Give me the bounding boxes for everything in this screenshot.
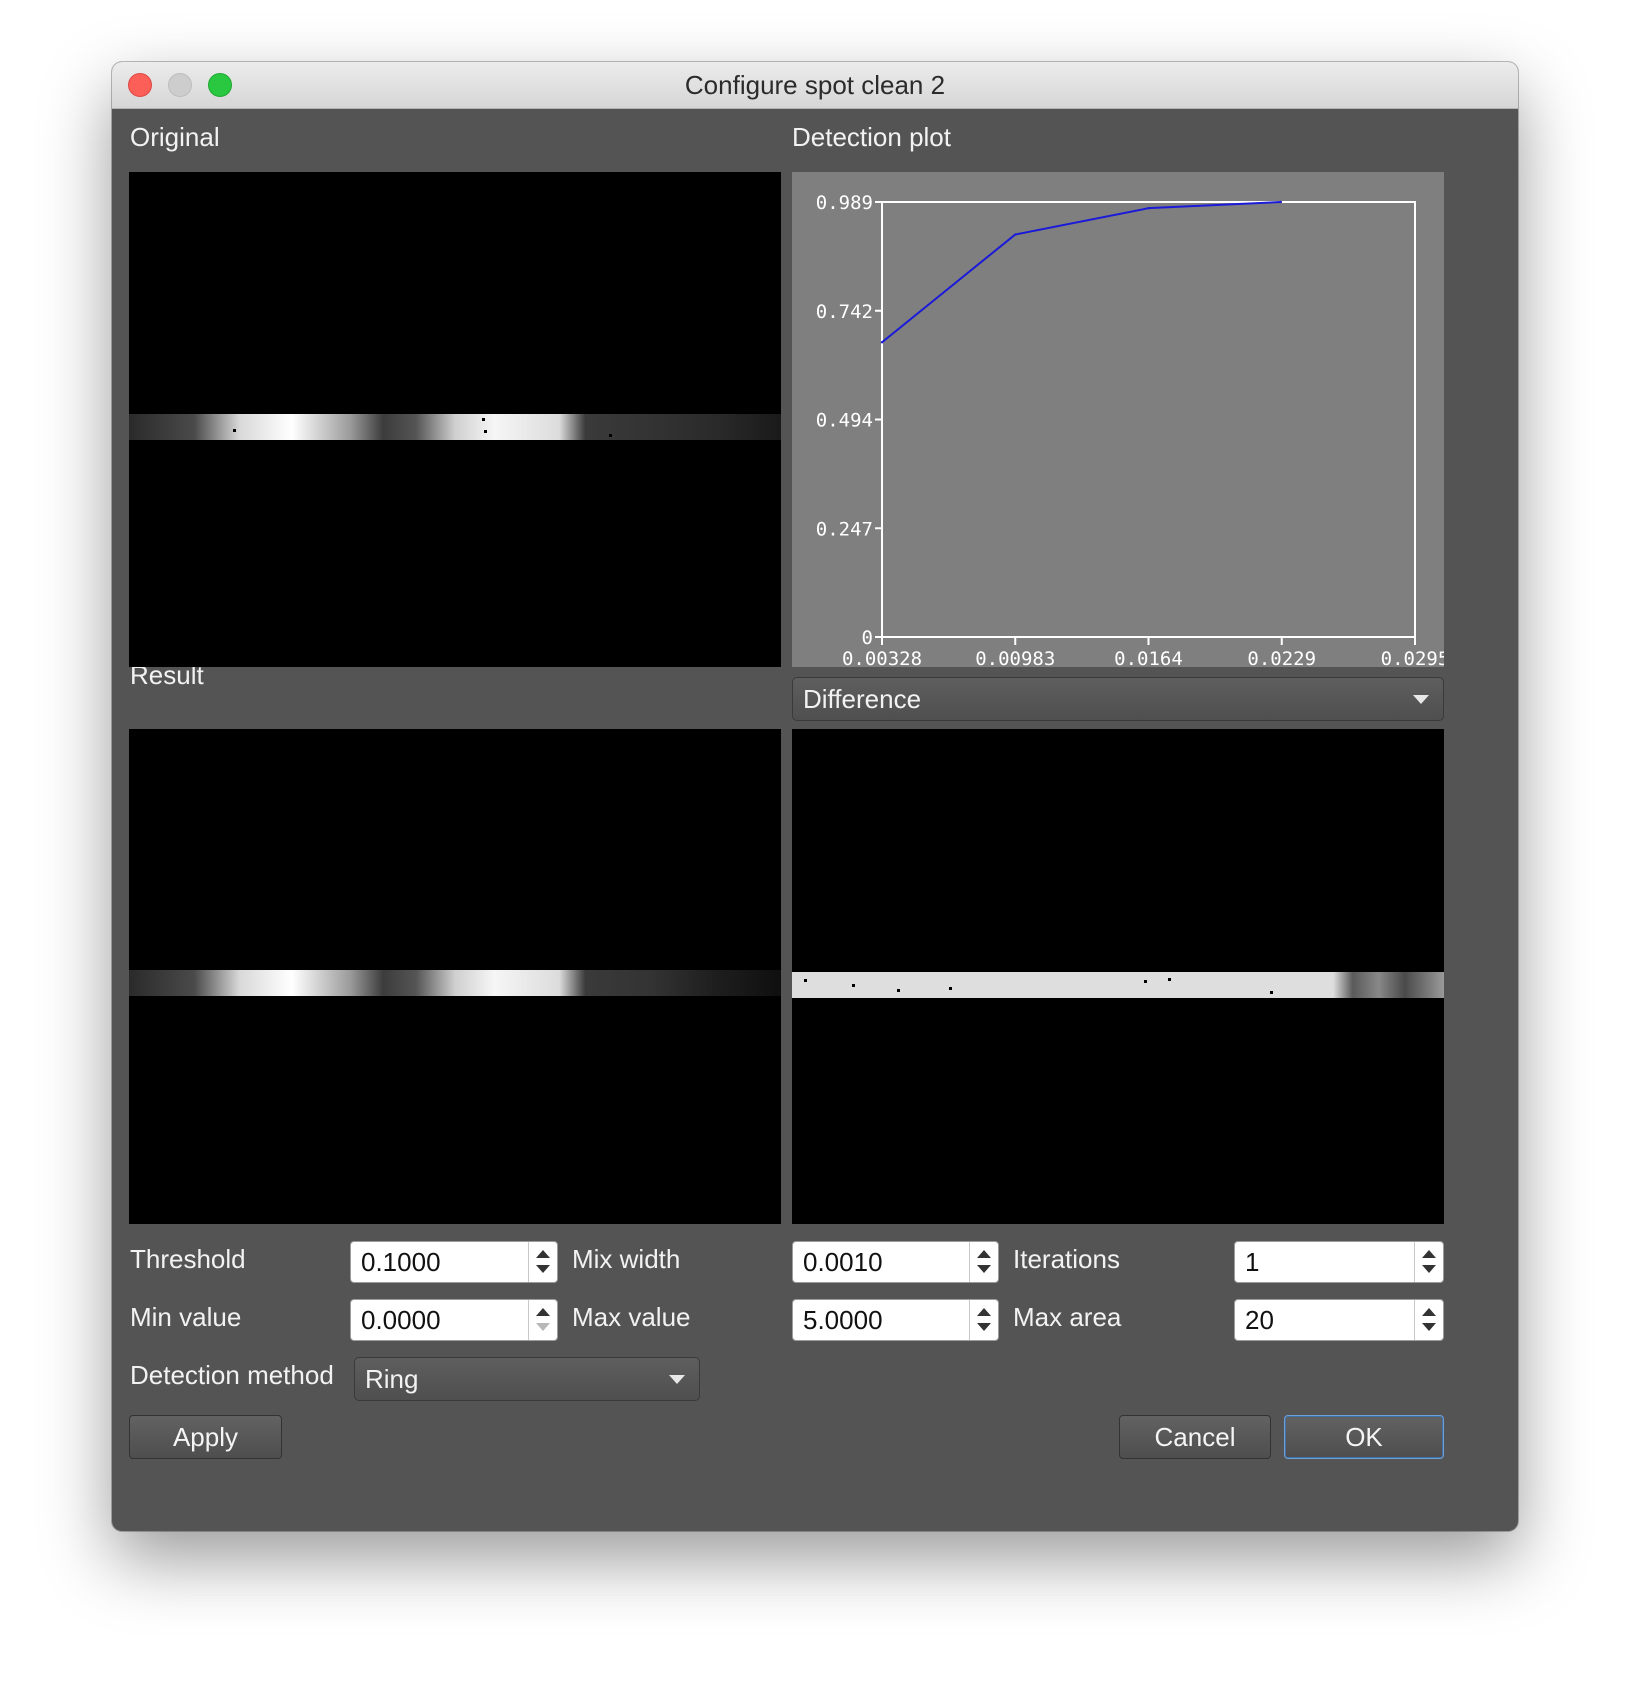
- max-value-value: 5.0000: [803, 1305, 883, 1335]
- arrow-down-icon[interactable]: [977, 1265, 991, 1273]
- detection-curve-point: [1013, 233, 1017, 236]
- max-value-label: Max value: [572, 1302, 691, 1332]
- max-area-spinbox[interactable]: 20: [1234, 1299, 1444, 1341]
- min-value-stepper[interactable]: [528, 1300, 557, 1340]
- detection-plot-chart: 0 0.247 0.494 0.742 0.989 0.00328 0.00983 0.016…: [816, 192, 1450, 670]
- difference-image-strip: [792, 972, 1444, 998]
- iterations-value: 1: [1245, 1247, 1260, 1277]
- arrow-up-icon[interactable]: [536, 1308, 550, 1316]
- detection-curve-point: [1147, 206, 1150, 210]
- iterations-label: Iterations: [1013, 1244, 1120, 1274]
- arrow-up-icon[interactable]: [1422, 1308, 1436, 1316]
- x-tick-label: 0.0295: [1381, 648, 1444, 667]
- arrow-down-icon[interactable]: [1422, 1265, 1436, 1273]
- title-bar: Configure spot clean 2: [112, 62, 1518, 109]
- x-tick-label: 0.00328: [842, 648, 922, 667]
- detection-plot-view: 0 0.247 0.494 0.742 0.989 0.00328 0.00983 0.016…: [792, 172, 1450, 670]
- original-image-view: [129, 172, 781, 667]
- x-tick-label: 0.0229: [1247, 648, 1316, 667]
- max-area-value: 20: [1245, 1305, 1274, 1335]
- detection-curve-point: [1279, 200, 1283, 204]
- detection-method-label: Detection method: [130, 1360, 334, 1390]
- arrow-down-icon[interactable]: [977, 1323, 991, 1331]
- chevron-down-icon: [1413, 695, 1429, 704]
- original-image-strip: [129, 414, 781, 440]
- arrow-up-icon[interactable]: [536, 1250, 550, 1258]
- image-speck: [1270, 991, 1273, 994]
- ok-button[interactable]: OK: [1284, 1415, 1444, 1459]
- arrow-up-icon[interactable]: [1422, 1250, 1436, 1258]
- difference-image-view: [792, 729, 1444, 1224]
- iterations-stepper[interactable]: [1414, 1242, 1443, 1282]
- threshold-spinbox[interactable]: 0.1000: [350, 1241, 558, 1283]
- mix-width-stepper[interactable]: [969, 1242, 998, 1282]
- arrow-up-icon[interactable]: [977, 1308, 991, 1316]
- window-title: Configure spot clean 2: [684, 70, 946, 100]
- arrow-up-icon[interactable]: [977, 1250, 991, 1258]
- arrow-down-icon[interactable]: [536, 1265, 550, 1273]
- image-speck: [852, 984, 855, 987]
- detection-curve-line: [881, 201, 1281, 344]
- max-area-label: Max area: [1013, 1302, 1122, 1332]
- detection-method-value: Ring: [365, 1364, 419, 1394]
- arrow-down-icon[interactable]: [1422, 1323, 1436, 1331]
- view-mode-select[interactable]: Difference: [792, 677, 1444, 721]
- iterations-spinbox[interactable]: 1: [1234, 1241, 1444, 1283]
- y-tick-label: 0.742: [816, 301, 873, 323]
- max-area-stepper[interactable]: [1414, 1300, 1443, 1340]
- image-speck: [1168, 978, 1171, 981]
- threshold-label: Threshold: [130, 1244, 246, 1274]
- image-speck: [897, 989, 900, 992]
- image-speck: [484, 430, 487, 433]
- mix-width-label: Mix width: [572, 1244, 681, 1274]
- image-speck: [609, 434, 612, 437]
- min-value-value: 0.0000: [361, 1305, 441, 1335]
- min-value-spinbox[interactable]: 0.0000: [350, 1299, 558, 1341]
- max-value-spinbox[interactable]: 5.0000: [792, 1299, 999, 1341]
- mix-width-value: 0.0010: [803, 1247, 883, 1277]
- mix-width-spinbox[interactable]: 0.0010: [792, 1241, 999, 1283]
- result-image-view: [129, 729, 781, 1224]
- cancel-button[interactable]: Cancel: [1119, 1415, 1271, 1459]
- original-label: Original: [130, 122, 220, 152]
- detection-method-select[interactable]: Ring: [354, 1357, 700, 1401]
- y-tick-label: 0: [862, 627, 873, 649]
- max-value-stepper[interactable]: [969, 1300, 998, 1340]
- min-value-label: Min value: [130, 1302, 242, 1332]
- chevron-down-icon: [669, 1375, 685, 1384]
- plot-frame: [881, 201, 1416, 638]
- image-speck: [1144, 980, 1147, 983]
- y-tick-label: 0.989: [816, 192, 873, 214]
- arrow-down-icon: [536, 1323, 550, 1331]
- image-speck: [482, 418, 485, 421]
- threshold-value: 0.1000: [361, 1247, 441, 1277]
- result-image-strip: [129, 970, 781, 996]
- threshold-stepper[interactable]: [528, 1242, 557, 1282]
- configure-spot-clean-dialog: Configure spot clean 2 Original Detectio…: [112, 62, 1518, 1531]
- image-speck: [233, 429, 236, 432]
- detection-plot-label: Detection plot: [792, 122, 951, 152]
- image-speck: [949, 987, 952, 990]
- y-tick-label: 0.494: [816, 410, 873, 432]
- view-mode-value: Difference: [803, 684, 922, 714]
- apply-button[interactable]: Apply: [129, 1415, 282, 1459]
- x-tick-label: 0.0164: [1114, 648, 1183, 667]
- image-speck: [804, 979, 807, 982]
- x-tick-label: 0.00983: [975, 648, 1055, 667]
- detection-curve-point: [880, 341, 884, 344]
- y-tick-label: 0.247: [816, 518, 873, 540]
